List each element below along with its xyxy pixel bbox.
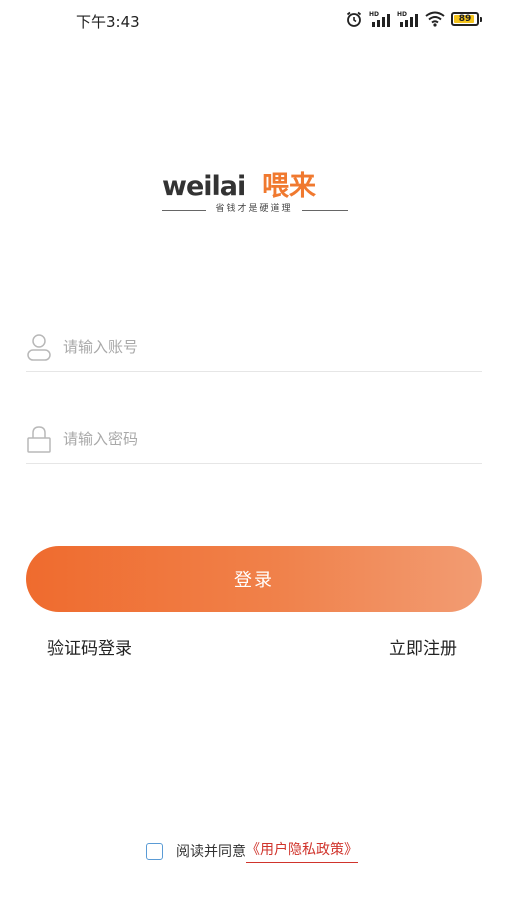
sms-login-link[interactable]: 验证码登录 bbox=[47, 634, 132, 659]
logo-divider-right bbox=[300, 210, 348, 211]
agreement-checkbox[interactable] bbox=[146, 842, 163, 860]
signal-hd-label: HD bbox=[397, 11, 407, 18]
status-time: 下午3:43 bbox=[76, 13, 140, 31]
account-input[interactable] bbox=[63, 333, 463, 361]
logo-wordmark: weilai bbox=[162, 171, 246, 202]
logo-slogan: 省钱才是硬道理 bbox=[206, 202, 302, 216]
user-icon bbox=[27, 334, 51, 361]
password-field bbox=[26, 415, 482, 464]
privacy-agreement: 阅读并同意 《用户隐私政策》 bbox=[146, 838, 358, 864]
battery-level: 89 bbox=[458, 13, 472, 24]
signal-hd-icon: HD bbox=[369, 11, 390, 27]
privacy-policy-link[interactable]: 《用户隐私政策》 bbox=[246, 839, 358, 863]
login-button[interactable]: 登录 bbox=[26, 546, 482, 612]
logo-chinese-name: 喂来 bbox=[262, 171, 316, 202]
battery-icon: 89 bbox=[451, 12, 482, 26]
agreement-text: 阅读并同意 bbox=[176, 844, 246, 860]
register-link[interactable]: 立即注册 bbox=[389, 634, 457, 659]
wifi-icon bbox=[425, 11, 445, 27]
status-icons: HD HD 89 bbox=[345, 10, 482, 28]
account-field bbox=[26, 323, 482, 372]
logo-divider-left bbox=[162, 210, 208, 211]
signal-hd-label: HD bbox=[369, 11, 379, 18]
lock-icon bbox=[27, 426, 51, 453]
alarm-icon bbox=[346, 11, 362, 27]
status-bar: 下午3:43 HD HD 89 bbox=[0, 0, 507, 40]
login-screen: 下午3:43 HD HD 89 weilai 喂来 省钱才是硬道理 请输入账号 … bbox=[0, 0, 507, 900]
password-input[interactable] bbox=[63, 425, 463, 453]
signal-hd-icon: HD bbox=[397, 11, 418, 27]
